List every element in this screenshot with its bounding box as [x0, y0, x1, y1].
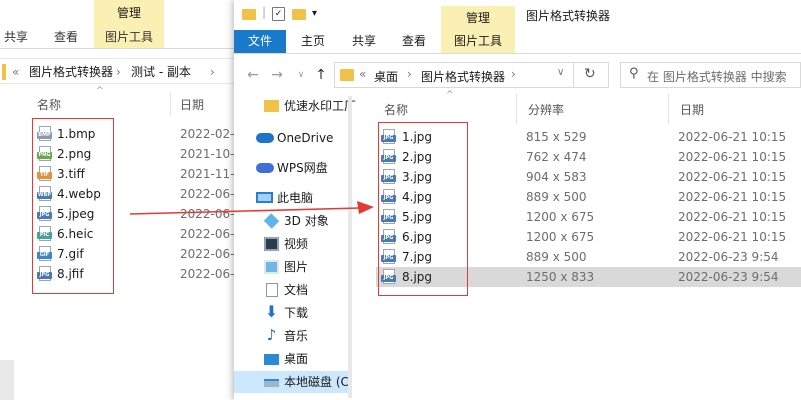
- arrow-head: [357, 201, 374, 214]
- arrow-shaft: [129, 207, 361, 215]
- arrow-right-icon: [129, 201, 374, 215]
